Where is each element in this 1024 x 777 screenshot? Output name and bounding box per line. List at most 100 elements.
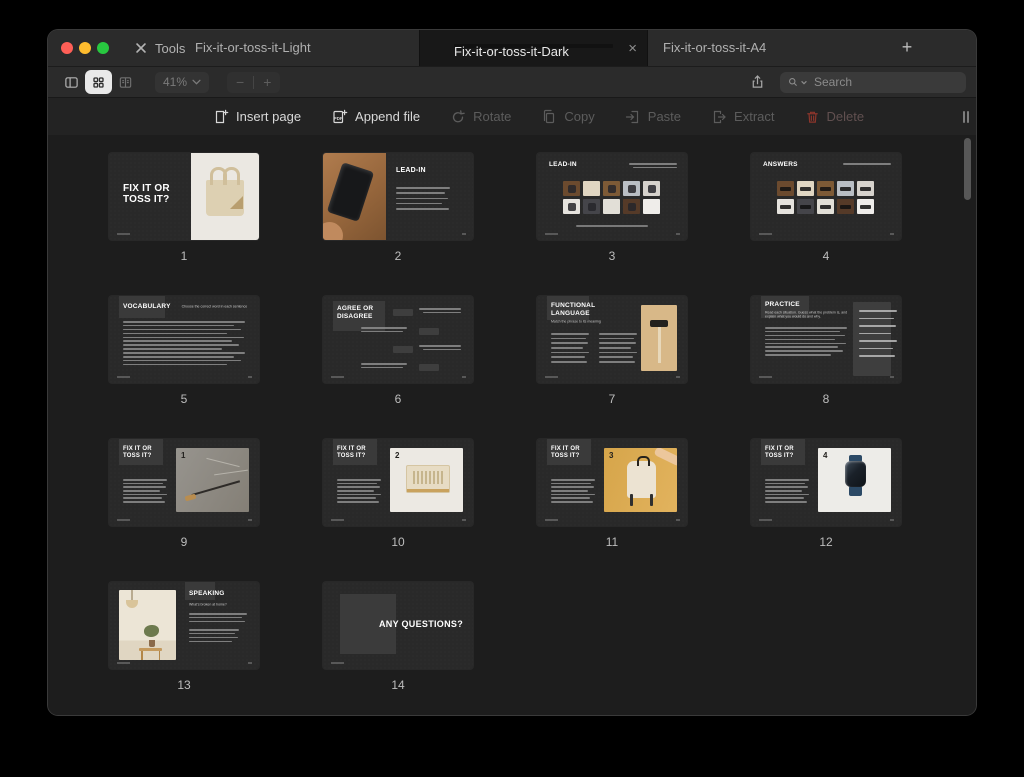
page-thumbnail-10[interactable]: FIX IT OR TOSS IT? 2 10 — [323, 439, 473, 549]
situation-list-skeleton — [765, 327, 847, 358]
slide-footer — [331, 662, 344, 664]
sidebar-toggle-button[interactable] — [58, 70, 85, 94]
phrase-panel-skeleton — [853, 302, 891, 376]
slide-footer — [331, 519, 344, 521]
subtitle-skeleton — [843, 163, 891, 167]
zoom-level-dropdown[interactable]: 41% — [155, 72, 209, 93]
bullet-list-skeleton — [189, 629, 239, 645]
page-number: 13 — [109, 678, 259, 692]
item-number: 4 — [823, 451, 827, 460]
paste-button[interactable]: Paste — [625, 109, 681, 125]
rotate-button[interactable]: Rotate — [450, 109, 511, 125]
toolbar: 41% − + — [48, 66, 976, 97]
two-page-view-button[interactable] — [112, 70, 139, 94]
slide-agree-disagree: AGREE OR DISAGREE — [323, 296, 473, 383]
copy-button[interactable]: Copy — [541, 109, 594, 125]
svg-text:PDF: PDF — [334, 116, 343, 121]
statement-skeleton — [419, 345, 461, 353]
slide-title: AGREE OR DISAGREE — [337, 305, 385, 321]
delete-button[interactable]: Delete — [805, 109, 865, 125]
page-number: 2 — [323, 249, 473, 263]
tools-icon — [134, 41, 148, 55]
page-thumbnail-8[interactable]: PRACTICE Read each situation. Guess what… — [751, 296, 901, 406]
new-tab-button[interactable]: + — [894, 35, 920, 61]
close-tab-icon[interactable]: × — [628, 41, 637, 56]
slide-any-questions: ANY QUESTIONS? — [323, 582, 473, 669]
room-interior-photo — [119, 590, 176, 660]
slide-title: FIX IT OR TOSS IT? — [551, 446, 593, 460]
sidebar-icon — [63, 75, 80, 90]
page-thumbnail-3[interactable]: LEAD-IN 3 — [537, 153, 687, 263]
extract-button[interactable]: Extract — [711, 109, 774, 125]
slide-vocabulary: VOCABULARY Choose the correct word in ea… — [109, 296, 259, 383]
answer-box — [419, 328, 439, 335]
search-icon — [787, 76, 799, 88]
page-thumbnail-14[interactable]: ANY QUESTIONS? 14 — [323, 582, 473, 692]
slide-answers: ANSWERS — [751, 153, 901, 240]
append-file-button[interactable]: PDF Append file — [331, 109, 420, 125]
append-file-label: Append file — [355, 109, 420, 124]
page-number: 1 — [109, 249, 259, 263]
page-thumbnail-5[interactable]: VOCABULARY Choose the correct word in ea… — [109, 296, 259, 406]
slide-title: FIX IT OR TOSS IT? — [123, 183, 199, 205]
question-list-skeleton — [396, 187, 450, 213]
paste-label: Paste — [648, 109, 681, 124]
paragraph-skeleton — [337, 479, 381, 505]
slide-page-no — [248, 662, 252, 664]
page-number: 7 — [537, 392, 687, 406]
paste-icon — [625, 109, 641, 125]
zoom-stepper: − + — [227, 72, 280, 93]
extract-icon — [711, 109, 727, 125]
close-window-button[interactable] — [61, 42, 73, 54]
page-thumbnail-12[interactable]: FIX IT OR TOSS IT? 4 12 — [751, 439, 901, 549]
tab-a4[interactable]: Fix-it-or-toss-it-A4 — [663, 30, 766, 66]
slide-fix-or-toss-4: FIX IT OR TOSS IT? 4 — [751, 439, 901, 526]
grid-view-icon — [91, 75, 106, 90]
slide-functional-language: FUNCTIONAL LANGUAGE Match the phrase to … — [537, 296, 687, 383]
scrollbar-thumb[interactable] — [964, 138, 971, 200]
slide-fix-or-toss-1: FIX IT OR TOSS IT? 1 — [109, 439, 259, 526]
resize-grip[interactable] — [963, 111, 969, 123]
page-thumbnail-7[interactable]: FUNCTIONAL LANGUAGE Match the phrase to … — [537, 296, 687, 406]
photo-grid-labeled — [777, 181, 874, 214]
page-thumbnail-13[interactable]: SPEAKING What's broken at home? 13 — [109, 582, 259, 692]
insert-page-button[interactable]: Insert page — [213, 109, 301, 125]
page-thumbnail-6[interactable]: AGREE OR DISAGREE 6 — [323, 296, 473, 406]
tools-menu[interactable]: Tools — [134, 30, 185, 66]
thumbnail-grid-view-button[interactable] — [85, 70, 112, 94]
answer-box — [419, 364, 439, 371]
slide-page-no — [248, 519, 252, 521]
tab-light[interactable]: Fix-it-or-toss-it-Light — [195, 30, 311, 66]
slide-title: FUNCTIONAL LANGUAGE — [551, 302, 603, 317]
slide-footer — [759, 519, 772, 521]
slide-subtitle: Read each situation. Guess what the prob… — [765, 311, 853, 319]
page-number: 6 — [323, 392, 473, 406]
zoom-level-value: 41% — [163, 75, 187, 89]
zoom-out-button[interactable]: − — [227, 72, 253, 93]
page-thumbnail-4[interactable]: ANSWERS 4 — [751, 153, 901, 263]
slide-page-no — [248, 376, 252, 378]
slide-footer — [545, 233, 558, 235]
minimize-window-button[interactable] — [79, 42, 91, 54]
slide-speaking: SPEAKING What's broken at home? — [109, 582, 259, 669]
insert-page-icon — [213, 109, 229, 125]
slide-page-no — [676, 376, 680, 378]
share-button[interactable] — [744, 70, 770, 94]
slide-title: VOCABULARY — [123, 303, 171, 310]
page-thumbnail-1[interactable]: FIX IT OR TOSS IT? 1 — [109, 153, 259, 263]
page-number: 14 — [323, 678, 473, 692]
active-tab-label: Fix-it-or-toss-it-Dark — [454, 44, 613, 48]
zoom-window-button[interactable] — [97, 42, 109, 54]
page-thumbnail-9[interactable]: FIX IT OR TOSS IT? 1 9 — [109, 439, 259, 549]
zoom-in-button[interactable]: + — [254, 72, 280, 93]
slide-title: SPEAKING — [189, 590, 225, 597]
tab-dark-active[interactable]: Fix-it-or-toss-it-Dark × — [419, 30, 648, 66]
slide-cover: FIX IT OR TOSS IT? — [109, 153, 259, 240]
two-page-view-icon — [117, 75, 134, 90]
search-field[interactable] — [780, 72, 966, 93]
search-scope-chevron-icon — [801, 80, 807, 85]
page-thumbnail-11[interactable]: FIX IT OR TOSS IT? 3 11 — [537, 439, 687, 549]
page-thumbnail-2[interactable]: LEAD-IN 2 — [323, 153, 473, 263]
search-input[interactable] — [812, 74, 959, 90]
slide-footer — [117, 662, 130, 664]
